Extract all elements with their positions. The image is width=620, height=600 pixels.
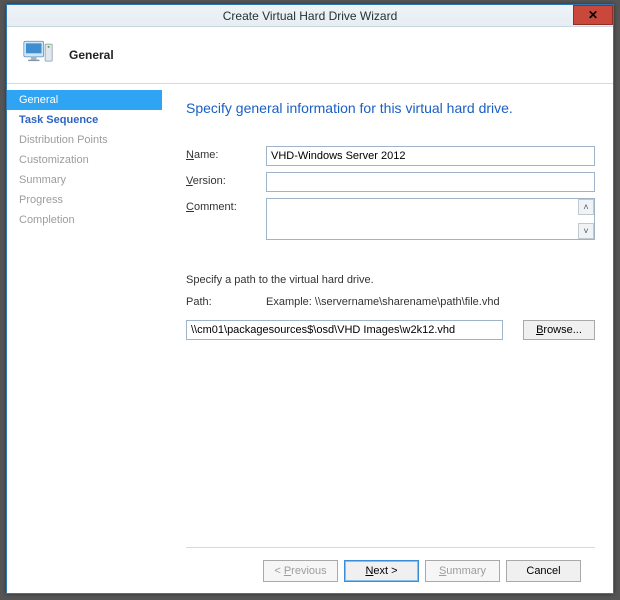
name-row: Name: bbox=[186, 146, 595, 166]
name-input[interactable] bbox=[266, 146, 595, 166]
header-title: General bbox=[69, 48, 114, 62]
window-title: Create Virtual Hard Drive Wizard bbox=[223, 9, 398, 23]
path-example: Example: \\servername\sharename\path\fil… bbox=[266, 296, 500, 308]
step-summary: Summary bbox=[7, 170, 162, 190]
version-row: Version: bbox=[186, 172, 595, 192]
comment-row: Comment: ˄ ˅ bbox=[186, 198, 595, 240]
step-customization: Customization bbox=[7, 150, 162, 170]
browse-button[interactable]: Browse... bbox=[523, 320, 595, 340]
scroll-up-icon[interactable]: ˄ bbox=[578, 199, 594, 215]
next-button[interactable]: Next > bbox=[344, 560, 419, 582]
wizard-window: Create Virtual Hard Drive Wizard ✕ Gener… bbox=[6, 4, 614, 594]
comment-label: Comment: bbox=[186, 198, 266, 213]
previous-button: < Previous bbox=[263, 560, 338, 582]
comment-field-wrap: ˄ ˅ bbox=[266, 198, 595, 240]
path-example-row: Path: Example: \\servername\sharename\pa… bbox=[186, 296, 595, 308]
path-section-label: Specify a path to the virtual hard drive… bbox=[186, 274, 595, 286]
step-general[interactable]: General bbox=[7, 90, 162, 110]
step-sidebar: General Task Sequence Distribution Point… bbox=[7, 84, 162, 593]
step-task-sequence[interactable]: Task Sequence bbox=[7, 110, 162, 130]
path-input-row: Browse... bbox=[186, 320, 595, 340]
name-label: Name: bbox=[186, 146, 266, 161]
scroll-down-icon[interactable]: ˅ bbox=[578, 223, 594, 239]
close-button[interactable]: ✕ bbox=[573, 5, 613, 25]
step-completion: Completion bbox=[7, 210, 162, 230]
wizard-body: General Task Sequence Distribution Point… bbox=[7, 84, 613, 593]
wizard-footer: < Previous Next > Summary Cancel bbox=[186, 547, 595, 593]
version-label: Version: bbox=[186, 172, 266, 187]
page-heading: Specify general information for this vir… bbox=[186, 100, 595, 116]
step-distribution-points: Distribution Points bbox=[7, 130, 162, 150]
version-input[interactable] bbox=[266, 172, 595, 192]
comment-input[interactable] bbox=[267, 199, 578, 239]
computer-icon bbox=[21, 37, 55, 74]
summary-button: Summary bbox=[425, 560, 500, 582]
titlebar[interactable]: Create Virtual Hard Drive Wizard ✕ bbox=[7, 5, 613, 27]
main-panel: Specify general information for this vir… bbox=[162, 84, 613, 593]
close-icon: ✕ bbox=[588, 8, 598, 22]
cancel-button[interactable]: Cancel bbox=[506, 560, 581, 582]
comment-scrollbar: ˄ ˅ bbox=[578, 199, 594, 239]
step-progress: Progress bbox=[7, 190, 162, 210]
path-label: Path: bbox=[186, 296, 266, 308]
header-band: General bbox=[7, 27, 613, 84]
path-input[interactable] bbox=[186, 320, 503, 340]
